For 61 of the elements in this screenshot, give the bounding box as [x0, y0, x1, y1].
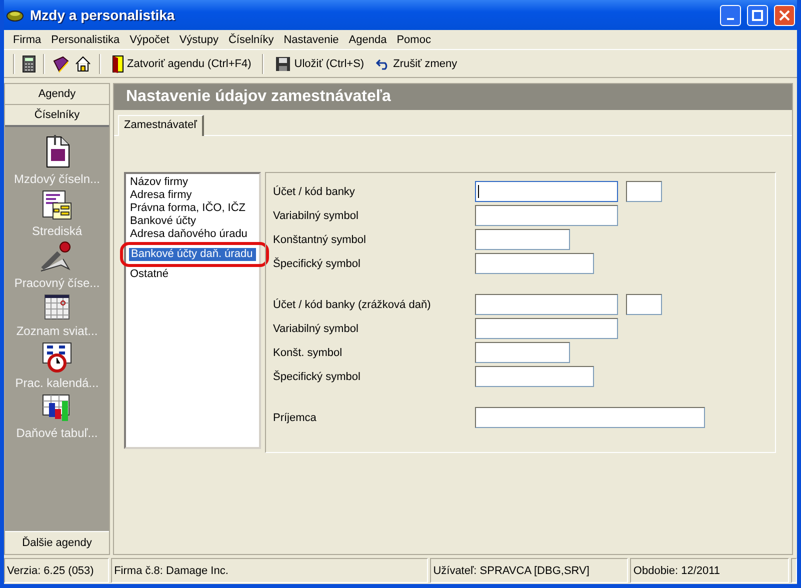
status-text: Užívateľ: SPRAVCA [DBG,SRV] — [430, 558, 628, 583]
calculator-icon[interactable] — [22, 54, 36, 72]
list-item[interactable]: Adresa firmy — [128, 189, 257, 202]
window-title: Mzdy a personalistika — [30, 7, 176, 23]
bank-code-field[interactable] — [626, 294, 662, 315]
field-label: Konšt. symbol — [273, 346, 344, 358]
door-icon — [112, 54, 124, 72]
toolbar-button[interactable]: Zatvoriť agendu (Ctrl+F4) — [108, 52, 256, 74]
calendar-clock-icon — [41, 341, 73, 373]
list-item[interactable]: Adresa daňového úradu — [128, 228, 257, 241]
field-label: Príjemca — [273, 412, 318, 424]
home-icon[interactable] — [74, 54, 92, 72]
menu-item[interactable]: Nastavenie — [278, 34, 344, 46]
input-field[interactable] — [475, 342, 570, 363]
maximize-button[interactable] — [747, 4, 768, 26]
input-field[interactable] — [475, 318, 618, 339]
floppy-icon — [275, 56, 292, 72]
field-label: Špecifický symbol — [273, 258, 362, 270]
sidebar-tab[interactable]: Číselníky — [5, 105, 109, 127]
input-field[interactable] — [475, 366, 594, 387]
input-field[interactable] — [475, 181, 618, 202]
list-item[interactable]: Ostatné — [128, 268, 257, 281]
input-field[interactable] — [475, 407, 705, 428]
field-label: Variabilný symbol — [273, 322, 360, 334]
field-label: Konštantný symbol — [273, 234, 367, 246]
list-item[interactable]: Bankové účty daň. úradu — [129, 248, 256, 261]
close-button[interactable] — [774, 4, 795, 26]
menu-item[interactable]: Personalistika — [46, 34, 125, 46]
input-field[interactable] — [475, 253, 594, 274]
maximize-icon — [752, 10, 763, 20]
input-field[interactable] — [475, 229, 570, 250]
close-icon — [779, 10, 790, 20]
field-label: Účet / kód banky — [273, 186, 356, 198]
input-field[interactable] — [475, 205, 618, 226]
tab[interactable]: Zamestnávateľ — [118, 115, 204, 136]
list-item[interactable]: Bankové účty — [128, 215, 257, 228]
menu-item[interactable]: Výstupy — [174, 34, 224, 46]
app-icon — [6, 8, 24, 22]
menu-item[interactable]: Výpočet — [124, 34, 174, 46]
status-text: Obdobie: 12/2011 — [630, 558, 789, 583]
minimize-button[interactable] — [720, 4, 741, 26]
field-label: Účet / kód banky (zrážková daň) — [273, 298, 432, 310]
menu-item[interactable]: Pomoc — [392, 34, 436, 46]
input-field[interactable] — [475, 294, 618, 315]
more-agendas-button[interactable]: Ďalšie agendy — [5, 531, 109, 554]
status-text: Firma č.8: Damage Inc. — [111, 558, 428, 583]
org-chart-icon — [41, 189, 73, 221]
menu-item[interactable]: Firma — [8, 34, 46, 46]
toolbar-button[interactable]: Uložiť (Ctrl+S) — [271, 54, 368, 74]
field-label: Špecifický symbol — [273, 370, 362, 382]
menu-item[interactable]: Číselníky — [223, 34, 279, 46]
status-text: Verzia: 6.25 (053) — [4, 558, 110, 583]
list-item[interactable]: Názov firmy — [128, 176, 257, 189]
list-item[interactable]: Právna forma, IČO, IČZ — [128, 202, 257, 215]
page-header: Nastavenie údajov zamestnávateľa — [114, 84, 792, 110]
calendar-icon — [43, 293, 71, 321]
minimize-icon — [727, 18, 734, 20]
toolbar-button[interactable]: Zrušiť zmeny — [372, 56, 462, 72]
menu-item[interactable]: Agenda — [344, 34, 392, 46]
field-label: Variabilný symbol — [273, 210, 360, 222]
bank-code-field[interactable] — [626, 181, 662, 202]
